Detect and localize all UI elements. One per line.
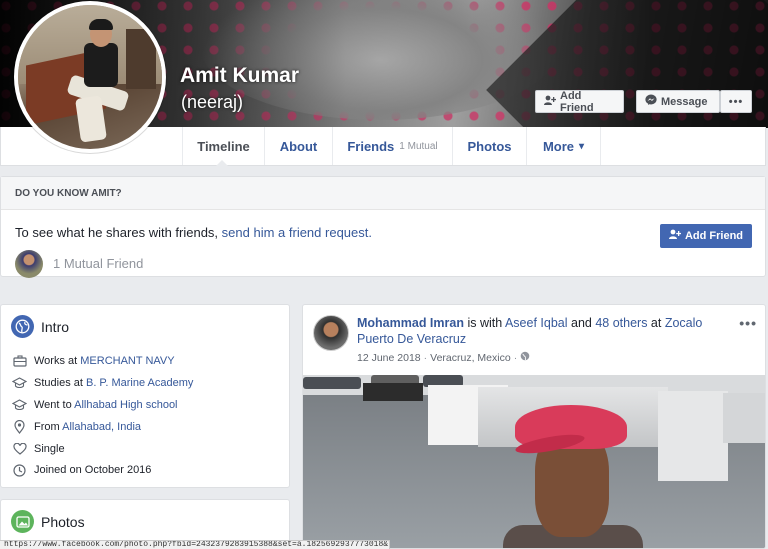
tab-more[interactable]: More ▾ (527, 127, 601, 165)
post-card: Mohammad Imran is with Aseef Iqbal and 4… (302, 304, 766, 549)
clock-icon (11, 462, 28, 478)
send-friend-request-link[interactable]: send him a friend request. (222, 225, 372, 240)
intro-row-school: Went to Allhabad High school (11, 396, 178, 414)
browser-status-url: https://www.facebook.com/photo.php?fbid=… (0, 540, 390, 549)
add-friend-icon (668, 229, 682, 243)
heart-icon (11, 441, 28, 457)
intro-row-text: Works at (34, 355, 81, 367)
photos-icon (11, 510, 34, 533)
add-friend-button[interactable]: Add Friend (535, 89, 624, 114)
intro-row-link[interactable]: Allhabad High school (74, 399, 177, 411)
tab-about[interactable]: About (265, 127, 333, 165)
tab-friends-label: Friends (347, 138, 395, 154)
meta-separator: · (423, 351, 428, 364)
add-friend-icon (544, 95, 557, 109)
intro-row-from: From Allahabad, India (11, 418, 141, 436)
post-author-link[interactable]: Mohammad Imran (357, 316, 464, 330)
intro-row-link[interactable]: MERCHANT NAVY (80, 355, 174, 367)
post-photo[interactable] (303, 375, 765, 548)
tagged-friend-link[interactable]: Aseef Iqbal (505, 316, 568, 330)
active-tab-indicator (216, 160, 228, 166)
graduation-cap-icon (11, 397, 28, 413)
intro-row-link[interactable]: B. P. Marine Academy (86, 377, 193, 389)
intro-row-text: Went to (34, 399, 75, 411)
friend-request-prompt: To see what he shares with friends, send… (15, 225, 372, 240)
intro-card: Intro Works at MERCHANT NAVY Studies at … (0, 304, 290, 488)
tab-photos-label: Photos (467, 138, 512, 154)
profile-picture[interactable] (14, 1, 166, 153)
photos-title[interactable]: Photos (41, 514, 85, 530)
profile-name[interactable]: Amit Kumar (180, 64, 299, 88)
post-date-link[interactable]: 12 June 2018 (357, 352, 421, 364)
globe-icon (11, 315, 34, 338)
intro-row-link[interactable]: Allahabad, India (62, 421, 141, 433)
post-at-text: at (647, 316, 665, 330)
message-button[interactable]: Message (636, 90, 720, 113)
message-label: Message (661, 95, 708, 108)
avatar (18, 5, 162, 149)
post-author-avatar[interactable] (313, 315, 349, 351)
prompt-text: To see what he shares with friends, (15, 225, 222, 240)
briefcase-icon (11, 353, 28, 369)
graduation-cap-icon (11, 375, 28, 391)
post-meta: 12 June 2018 · Veracruz, Mexico · (357, 351, 530, 364)
add-friend-label: Add Friend (560, 89, 594, 114)
add-friend-primary-button[interactable]: Add Friend (660, 224, 752, 248)
others-link[interactable]: 48 others (595, 316, 647, 330)
tab-more-label: More (542, 138, 575, 154)
intro-row-joined: Joined on October 2016 (11, 461, 151, 479)
intro-row-text: From (34, 421, 63, 433)
profile-nickname: (neeraj) (181, 92, 244, 112)
tab-about-label: About (279, 138, 318, 154)
mutual-friend-count[interactable]: 1 Mutual Friend (53, 256, 143, 271)
intro-row-text: Joined on October 2016 (34, 464, 152, 476)
intro-row-text: Single (34, 443, 65, 455)
location-pin-icon (11, 419, 28, 435)
more-options-button[interactable]: ••• (720, 90, 752, 113)
intro-title: Intro (41, 319, 70, 335)
add-friend-primary-label: Add Friend (684, 230, 744, 242)
post-and-text: and (567, 316, 596, 330)
do-you-know-box: DO YOU KNOW AMIT? To see what he shares … (0, 176, 766, 278)
meta-separator: · (513, 351, 518, 364)
do-you-know-header: DO YOU KNOW AMIT? (1, 177, 765, 210)
intro-row-text: Studies at (34, 377, 86, 389)
post-with-text: is with (463, 316, 505, 330)
post-location-link[interactable]: Veracruz, Mexico (430, 352, 511, 364)
intro-row-work: Works at MERCHANT NAVY (11, 352, 175, 370)
post-options-button[interactable]: ••• (739, 315, 757, 331)
intro-row-relationship: Single (11, 440, 65, 458)
mutual-count: 1 Mutual (399, 140, 438, 152)
tab-friends[interactable]: Friends 1 Mutual (333, 127, 453, 165)
mutual-friend-avatar[interactable] (15, 250, 43, 278)
chevron-down-icon: ▾ (579, 140, 585, 152)
tab-photos[interactable]: Photos (453, 127, 527, 165)
public-globe-icon[interactable] (520, 351, 530, 364)
tab-timeline-label: Timeline (197, 138, 250, 154)
messenger-icon (645, 94, 657, 109)
intro-row-studies: Studies at B. P. Marine Academy (11, 374, 193, 392)
post-header: Mohammad Imran is with Aseef Iqbal and 4… (357, 315, 737, 347)
